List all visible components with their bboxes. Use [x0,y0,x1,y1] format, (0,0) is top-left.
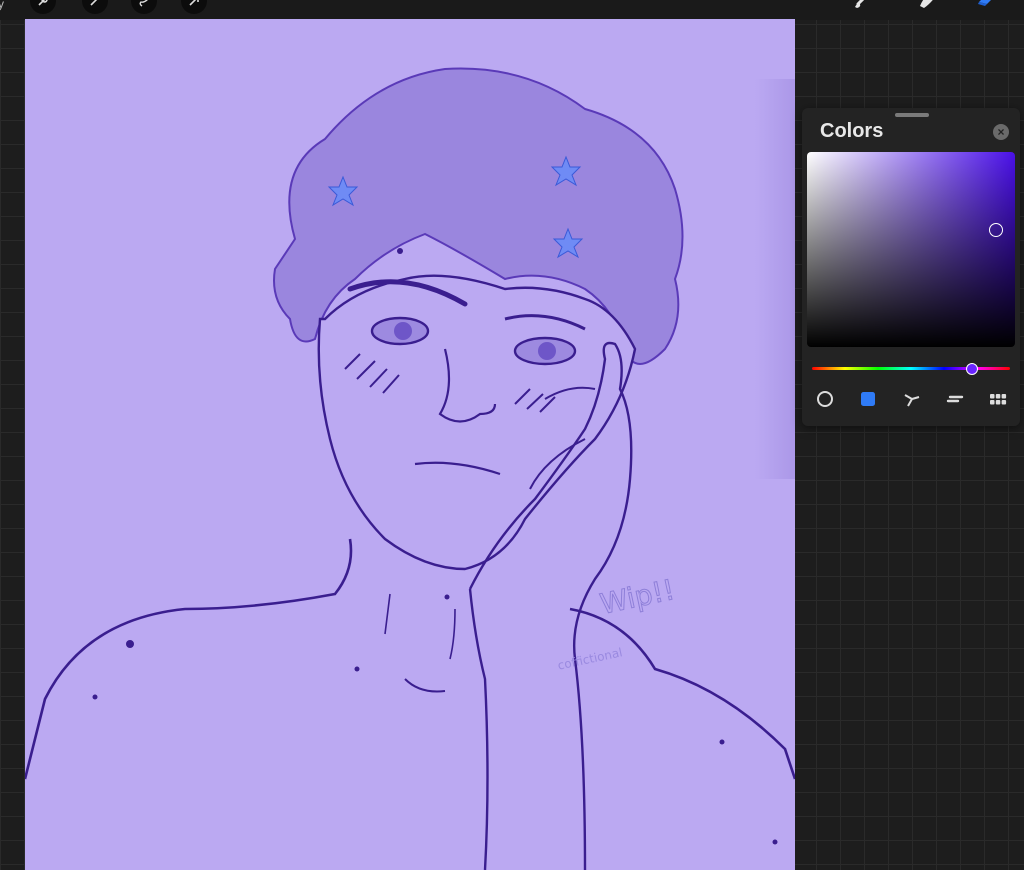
transform-arrow-icon[interactable] [181,0,207,14]
palettes-mode-icon[interactable] [987,388,1009,410]
hue-slider[interactable] [812,367,1010,370]
top-toolbar: y [0,0,1024,20]
artist-signature: coffictional [556,645,623,672]
magic-wand-icon[interactable] [82,0,108,14]
color-picker-handle[interactable] [989,223,1003,237]
classic-mode-icon[interactable] [857,388,879,410]
colors-panel-title: Colors [820,120,884,142]
wrench-icon[interactable] [30,0,56,14]
wip-watermark: Wip!! [597,573,677,621]
brush-icon[interactable] [852,0,880,16]
colors-panel: Colors × [802,108,1020,426]
gallery-button[interactable]: y [0,0,4,11]
panel-grabber[interactable] [895,113,929,117]
disc-mode-icon[interactable] [814,388,836,410]
selection-icon[interactable] [131,0,157,14]
sketch-artwork: Wip!! coffictional [25,67,795,870]
smudge-icon[interactable] [914,0,942,16]
hue-slider-thumb[interactable] [966,363,978,375]
close-icon[interactable]: × [993,124,1009,140]
drawing-canvas[interactable]: Wip!! coffictional [25,19,795,870]
value-mode-icon[interactable] [944,388,966,410]
saturation-value-picker[interactable] [807,152,1015,347]
color-mode-tabs [814,388,1014,410]
eraser-icon[interactable] [975,0,1003,16]
harmony-mode-icon[interactable] [901,388,923,410]
